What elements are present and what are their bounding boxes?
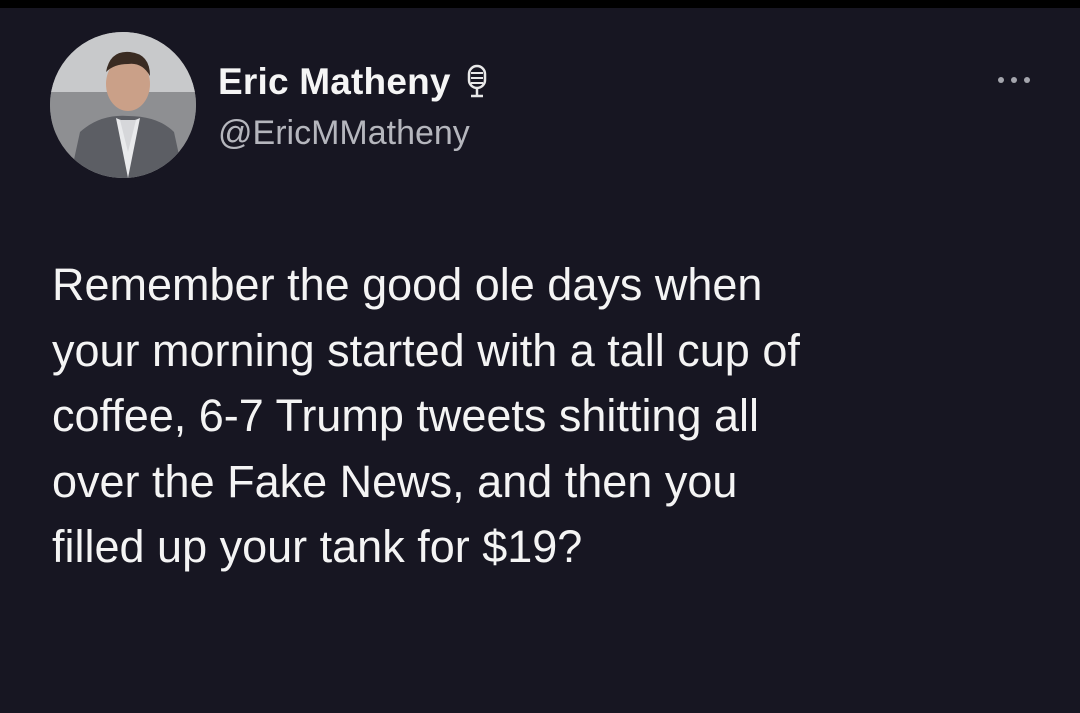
author-display-name[interactable]: Eric Matheny [218,61,451,103]
avatar[interactable] [50,32,196,178]
tweet-text: Remember the good ole days when your mor… [52,259,800,572]
author-name-row[interactable]: Eric Matheny [218,60,489,104]
tweet-card: Eric Matheny @EricMMatheny Remember the … [0,0,1080,713]
profile-photo-icon [50,32,196,178]
microphone-icon [465,64,489,100]
author-handle[interactable]: @EricMMatheny [218,114,470,153]
more-options-icon[interactable] [998,74,1030,86]
